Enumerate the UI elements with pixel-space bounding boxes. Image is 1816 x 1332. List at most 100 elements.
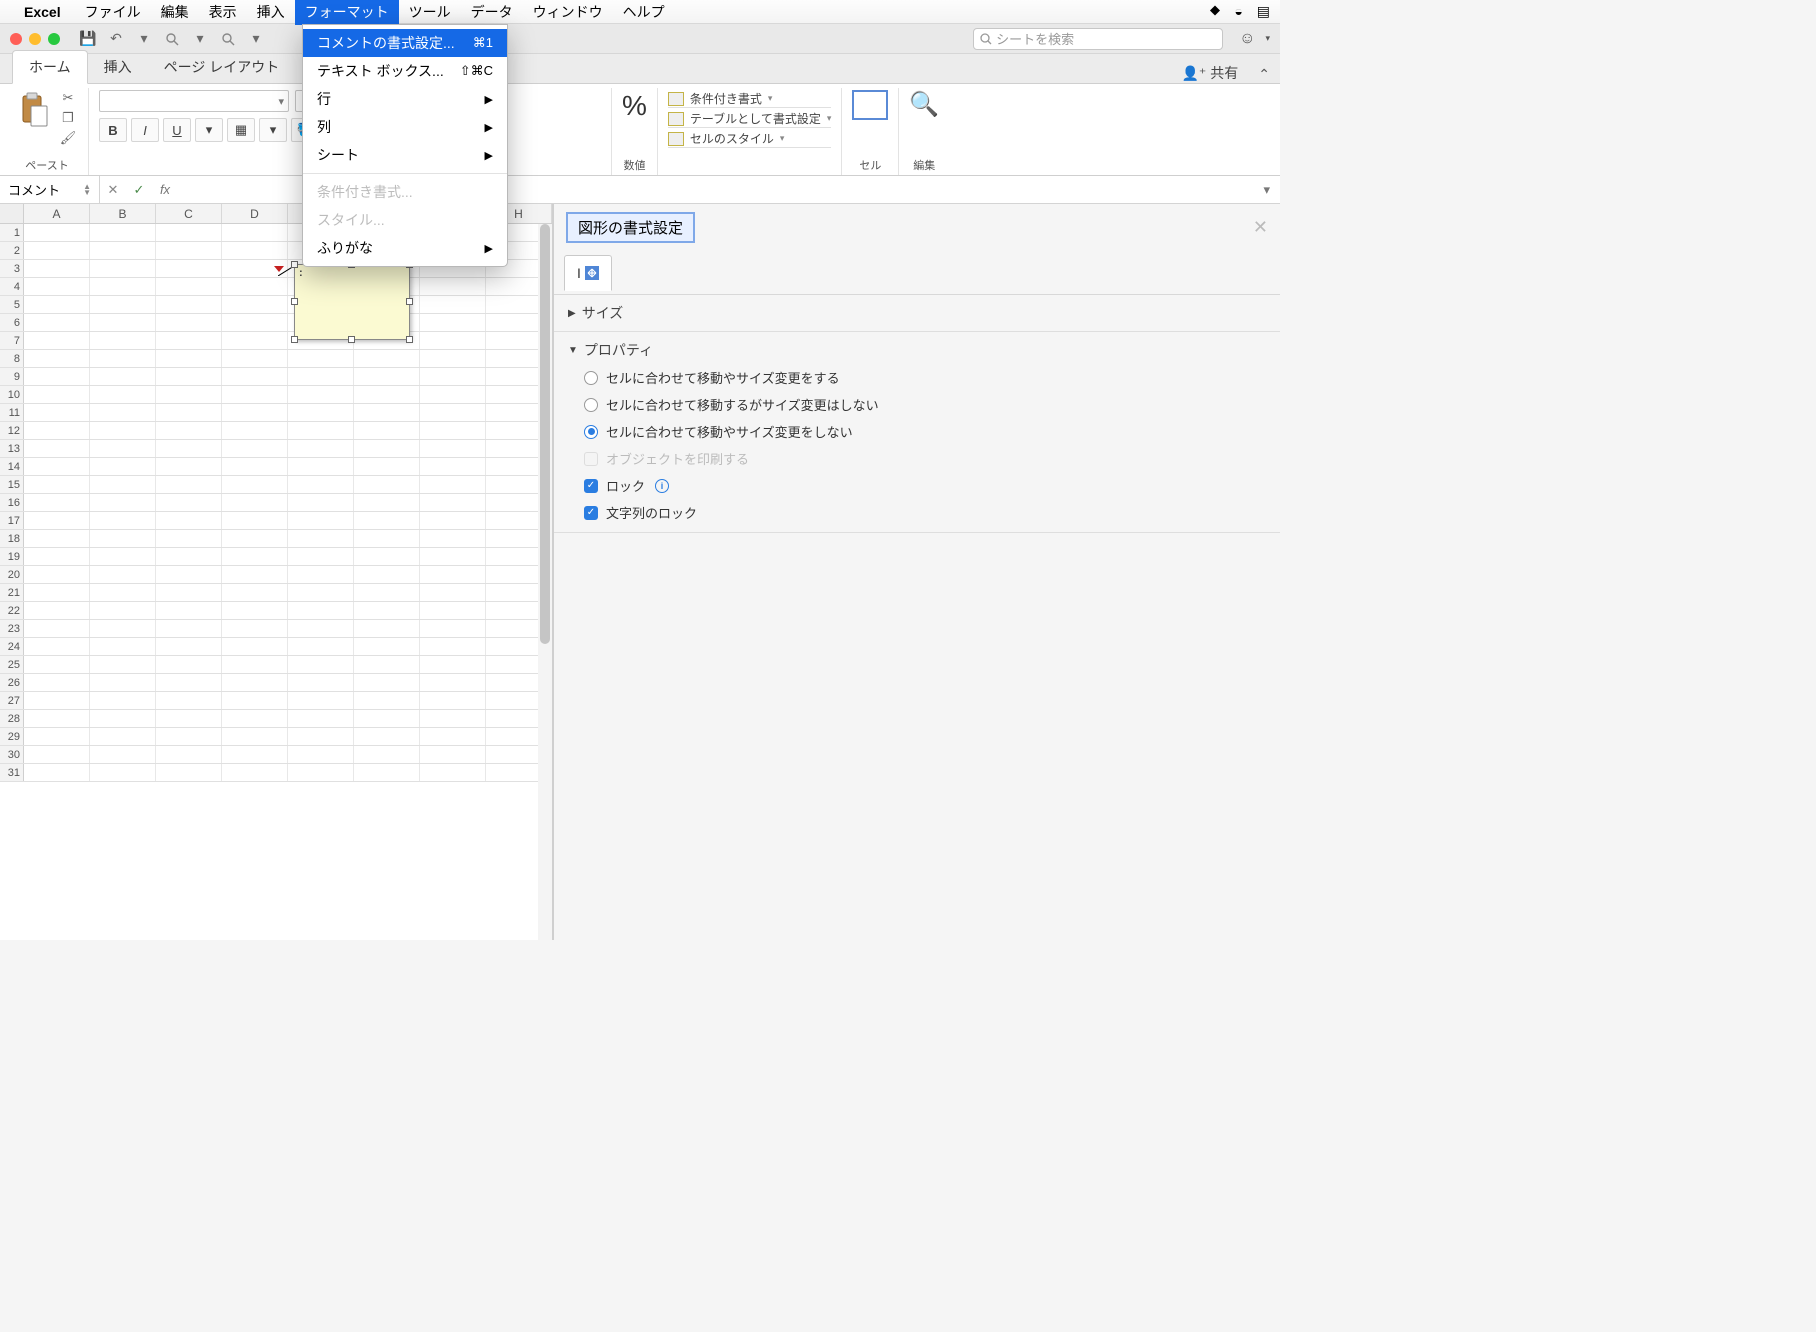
vertical-scrollbar[interactable] xyxy=(538,224,552,940)
cell[interactable] xyxy=(156,530,222,547)
cell[interactable] xyxy=(90,566,156,583)
cell[interactable] xyxy=(420,350,486,367)
cell[interactable] xyxy=(354,566,420,583)
cell[interactable] xyxy=(222,458,288,475)
row-header[interactable]: 3 xyxy=(0,260,24,277)
menu-tool[interactable]: ツール xyxy=(399,0,461,25)
cell[interactable] xyxy=(354,656,420,673)
row-header[interactable]: 6 xyxy=(0,314,24,331)
cell[interactable] xyxy=(354,602,420,619)
cell[interactable] xyxy=(156,278,222,295)
menu-view[interactable]: 表示 xyxy=(199,0,247,25)
cell[interactable] xyxy=(288,566,354,583)
row-header[interactable]: 19 xyxy=(0,548,24,565)
row-header[interactable]: 7 xyxy=(0,332,24,349)
cell[interactable] xyxy=(288,620,354,637)
cell[interactable] xyxy=(420,422,486,439)
underline-button[interactable]: U xyxy=(163,118,191,142)
cell[interactable] xyxy=(420,764,486,781)
cell[interactable] xyxy=(222,584,288,601)
cell[interactable] xyxy=(354,440,420,457)
format-as-table-button[interactable]: テーブルとして書式設定▾ xyxy=(668,110,831,128)
cell-styles-button[interactable]: セルのスタイル▾ xyxy=(668,130,831,148)
row-header[interactable]: 15 xyxy=(0,476,24,493)
menu-edit[interactable]: 編集 xyxy=(151,0,199,25)
dropbox-icon[interactable]: ⯁ xyxy=(1209,3,1220,19)
cell[interactable] xyxy=(288,512,354,529)
cell[interactable] xyxy=(420,512,486,529)
scrollbar-thumb[interactable] xyxy=(540,224,550,644)
cell[interactable] xyxy=(420,728,486,745)
cell[interactable] xyxy=(90,422,156,439)
cell[interactable] xyxy=(288,386,354,403)
cell[interactable] xyxy=(222,656,288,673)
bold-button[interactable]: B xyxy=(99,118,127,142)
cell[interactable] xyxy=(156,350,222,367)
row-header[interactable]: 13 xyxy=(0,440,24,457)
cell[interactable] xyxy=(90,350,156,367)
cell[interactable] xyxy=(156,314,222,331)
menu-window[interactable]: ウィンドウ xyxy=(523,0,613,25)
cell[interactable] xyxy=(354,692,420,709)
cell[interactable] xyxy=(24,224,90,241)
fx-icon[interactable]: fx xyxy=(152,182,178,197)
col-B[interactable]: B xyxy=(90,204,156,223)
cell[interactable] xyxy=(288,638,354,655)
menu-item[interactable]: 行▶ xyxy=(303,85,507,113)
cell[interactable] xyxy=(24,404,90,421)
close-window-icon[interactable] xyxy=(10,33,22,45)
cell[interactable] xyxy=(24,548,90,565)
cell[interactable] xyxy=(354,458,420,475)
cell[interactable] xyxy=(156,404,222,421)
cancel-formula-icon[interactable]: ✕ xyxy=(100,182,126,198)
zoom-out-more-icon[interactable]: ▾ xyxy=(190,29,210,49)
cell[interactable] xyxy=(90,386,156,403)
row-header[interactable]: 22 xyxy=(0,602,24,619)
row-header[interactable]: 16 xyxy=(0,494,24,511)
cell[interactable] xyxy=(420,710,486,727)
undo-more-icon[interactable]: ▾ xyxy=(134,29,154,49)
cell[interactable] xyxy=(24,314,90,331)
zoom-window-icon[interactable] xyxy=(48,33,60,45)
cell[interactable] xyxy=(354,530,420,547)
cell[interactable] xyxy=(156,368,222,385)
cell[interactable] xyxy=(90,584,156,601)
cell[interactable] xyxy=(354,746,420,763)
cell[interactable] xyxy=(90,494,156,511)
italic-button[interactable]: I xyxy=(131,118,159,142)
cell[interactable] xyxy=(24,584,90,601)
cell[interactable] xyxy=(24,440,90,457)
share-button[interactable]: 👤⁺ 共有 xyxy=(1181,63,1238,83)
cell[interactable] xyxy=(90,368,156,385)
menu-item[interactable]: コメントの書式設定...⌘1 xyxy=(303,29,507,57)
cell[interactable] xyxy=(156,386,222,403)
cell[interactable] xyxy=(156,728,222,745)
cell[interactable] xyxy=(222,530,288,547)
cell[interactable] xyxy=(354,710,420,727)
resize-handle[interactable] xyxy=(291,261,298,268)
cell[interactable] xyxy=(420,548,486,565)
cell[interactable] xyxy=(222,440,288,457)
cell[interactable] xyxy=(156,620,222,637)
zoom-out-icon[interactable] xyxy=(162,29,182,49)
resize-handle[interactable] xyxy=(406,336,413,343)
cell[interactable] xyxy=(354,512,420,529)
cell[interactable] xyxy=(222,620,288,637)
cell[interactable] xyxy=(222,764,288,781)
cell[interactable] xyxy=(156,332,222,349)
row-header[interactable]: 5 xyxy=(0,296,24,313)
cell[interactable] xyxy=(156,602,222,619)
cell[interactable] xyxy=(420,494,486,511)
radio-move-only[interactable]: セルに合わせて移動するがサイズ変更はしない xyxy=(584,395,1266,414)
cell[interactable] xyxy=(420,620,486,637)
cell[interactable] xyxy=(222,314,288,331)
row-header[interactable]: 8 xyxy=(0,350,24,367)
cell[interactable] xyxy=(222,728,288,745)
menu-data[interactable]: データ xyxy=(461,0,523,25)
row-header[interactable]: 20 xyxy=(0,566,24,583)
cell[interactable] xyxy=(24,296,90,313)
cell[interactable] xyxy=(420,674,486,691)
cell[interactable] xyxy=(90,746,156,763)
cell[interactable] xyxy=(420,332,486,349)
cell[interactable] xyxy=(90,764,156,781)
